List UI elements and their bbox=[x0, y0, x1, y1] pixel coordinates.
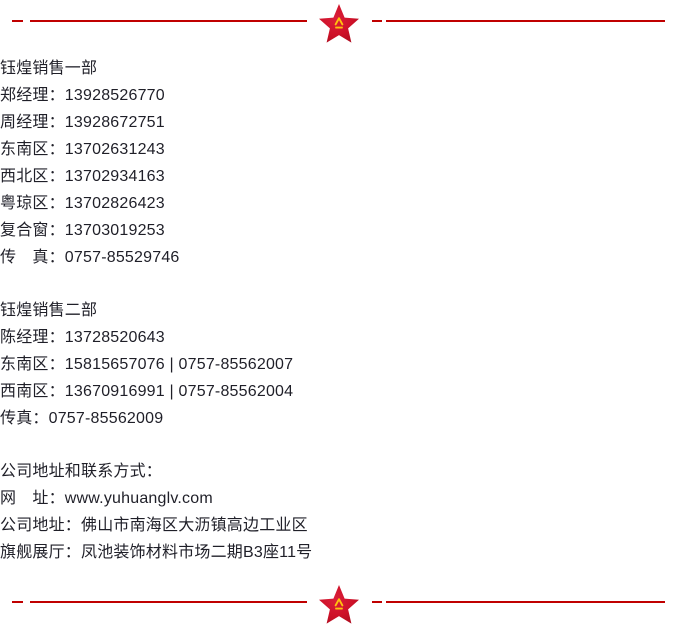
red-star-bayi-emblem-icon bbox=[318, 583, 360, 627]
divider-dash-right bbox=[372, 20, 382, 22]
contact-line: 郑经理：13928526770 bbox=[0, 87, 165, 104]
contact-line-showroom: 旗舰展厅：凤池装饰材料市场二期B3座11号 bbox=[0, 544, 313, 561]
contact-line-fax: 传真：0757-85562009 bbox=[0, 410, 164, 427]
block-heading: 公司地址和联系方式： bbox=[0, 463, 163, 480]
contact-line-address: 公司地址：佛山市南海区大沥镇高边工业区 bbox=[0, 517, 308, 534]
contact-line: 东南区：13702631243 bbox=[0, 141, 165, 158]
divider-dash-left bbox=[12, 601, 23, 603]
contact-block-sales-dept-2: 钰煌销售二部 陈经理：13728520643 东南区：15815657076 |… bbox=[0, 297, 676, 432]
divider-line-right bbox=[386, 601, 665, 603]
contact-line: 西南区：13670916991 | 0757-85562004 bbox=[0, 383, 294, 400]
contact-line: 粤琼区：13702826423 bbox=[0, 195, 165, 212]
contact-info-content: 钰煌销售一部 郑经理：13928526770 周经理：13928672751 东… bbox=[0, 55, 676, 566]
divider-top bbox=[0, 0, 676, 48]
divider-line-left bbox=[30, 601, 307, 603]
divider-line-left bbox=[30, 20, 307, 22]
contact-line-fax: 传 真：0757-85529746 bbox=[0, 249, 180, 266]
contact-line-website: 网 址：www.yuhuanglv.com bbox=[0, 490, 213, 507]
contact-line: 东南区：15815657076 | 0757-85562007 bbox=[0, 356, 294, 373]
contact-block-sales-dept-1: 钰煌销售一部 郑经理：13928526770 周经理：13928672751 东… bbox=[0, 55, 676, 271]
contact-line: 周经理：13928672751 bbox=[0, 114, 165, 131]
red-star-bayi-emblem-icon bbox=[318, 2, 360, 46]
contact-line: 复合窗：13703019253 bbox=[0, 222, 165, 239]
divider-dash-right bbox=[372, 601, 382, 603]
divider-dash-left bbox=[12, 20, 23, 22]
divider-bottom bbox=[0, 581, 676, 629]
block-heading: 钰煌销售二部 bbox=[0, 302, 98, 319]
contact-line: 西北区：13702934163 bbox=[0, 168, 165, 185]
contact-block-company-address: 公司地址和联系方式： 网 址：www.yuhuanglv.com 公司地址：佛山… bbox=[0, 458, 676, 566]
block-heading: 钰煌销售一部 bbox=[0, 60, 98, 77]
divider-line-right bbox=[386, 20, 665, 22]
contact-line: 陈经理：13728520643 bbox=[0, 329, 165, 346]
